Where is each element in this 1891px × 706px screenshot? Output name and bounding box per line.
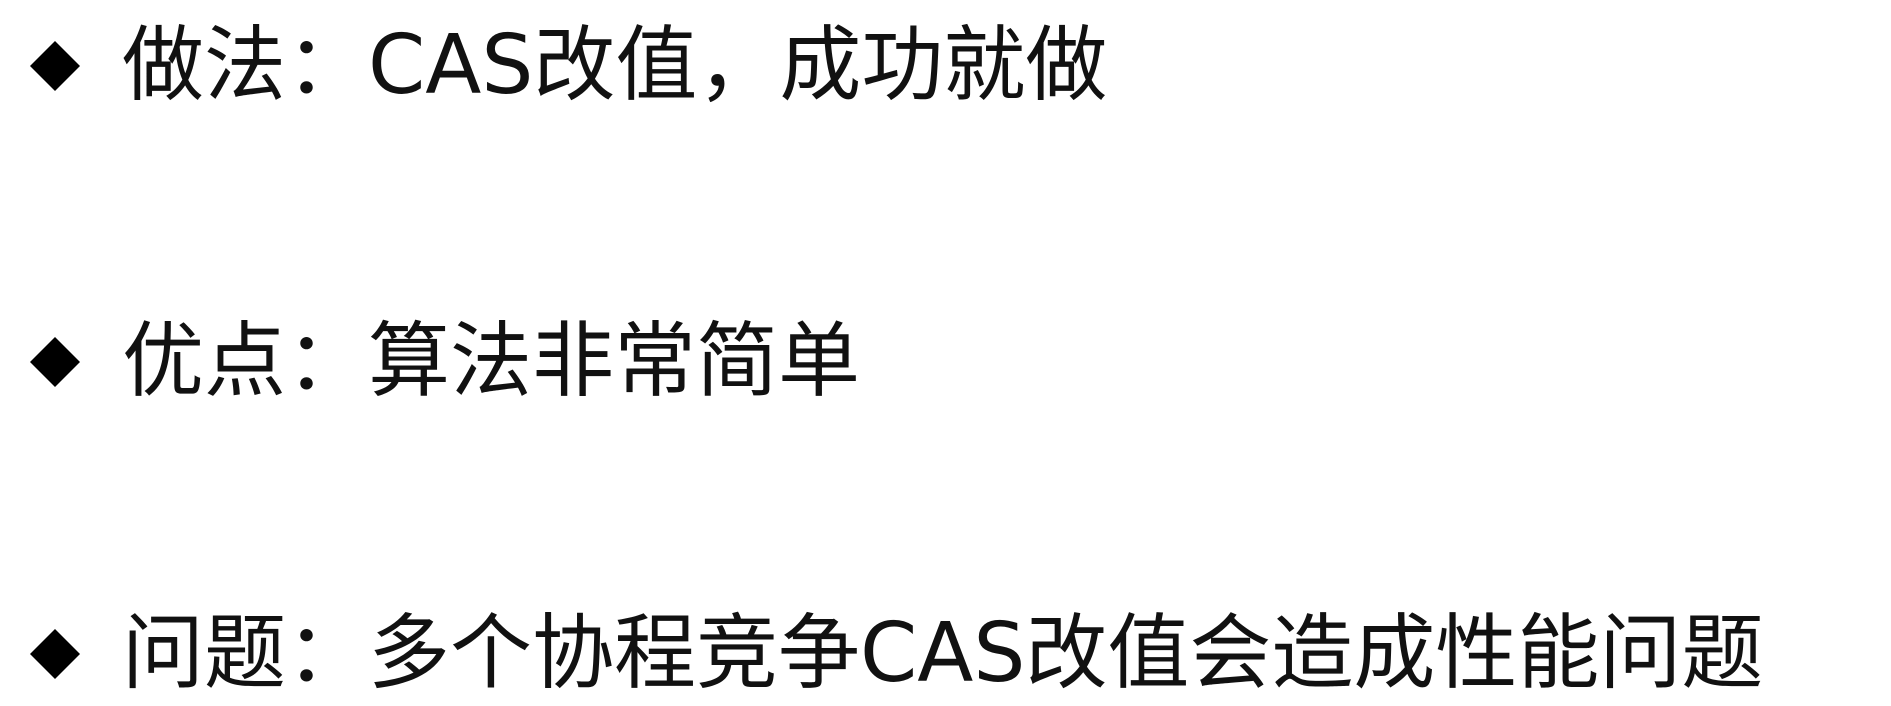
bullet-term: 问题： — [122, 606, 369, 701]
diamond-icon — [30, 629, 80, 679]
slide: 做法： CAS改值，成功就做 优点： 算法非常简单 问题： 多个协程竞争CAS改… — [0, 0, 1891, 706]
bullet-description: 算法非常简单 — [368, 314, 861, 409]
bullet-description: CAS改值，成功就做 — [368, 18, 1108, 113]
bullet-term: 做法： — [122, 18, 369, 113]
diamond-icon — [30, 41, 80, 91]
bullet-item-advantage: 优点： 算法非常简单 — [30, 312, 860, 412]
bullet-item-problem: 问题： 多个协程竞争CAS改值会造成性能问题 — [30, 604, 1763, 704]
bullet-term: 优点： — [122, 314, 369, 409]
bullet-description: 多个协程竞争CAS改值会造成性能问题 — [368, 606, 1764, 701]
bullet-item-approach: 做法： CAS改值，成功就做 — [30, 16, 1107, 116]
diamond-icon — [30, 337, 80, 387]
